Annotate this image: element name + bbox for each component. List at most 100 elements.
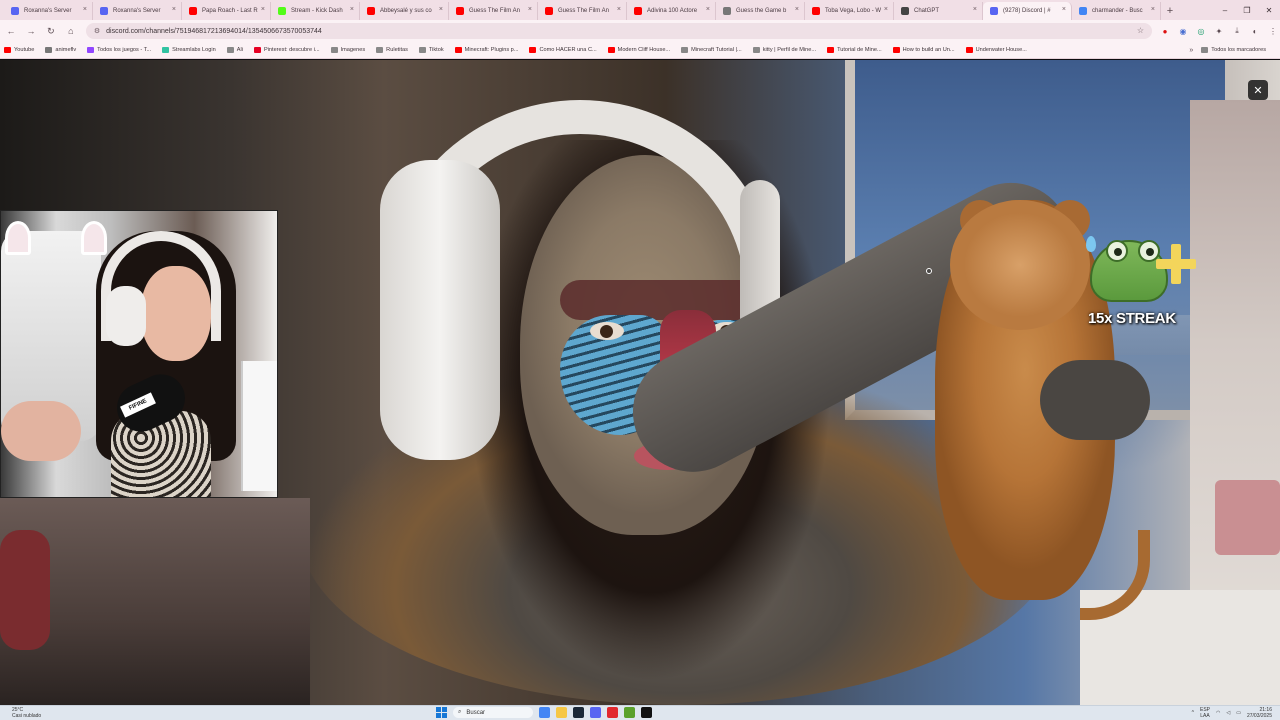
menu-kebab-icon[interactable]: ⋮ — [1266, 24, 1280, 38]
browser-tab[interactable]: Guess the Game b × — [716, 2, 805, 20]
bookmark-favicon-icon — [4, 47, 11, 53]
tab-close-icon[interactable]: × — [439, 6, 443, 13]
chrome-icon[interactable] — [539, 707, 550, 718]
tab-close-icon[interactable]: × — [795, 6, 799, 13]
browser-tab[interactable]: Papa Roach - Last R × — [182, 2, 271, 20]
file-explorer-icon[interactable] — [556, 707, 567, 718]
browser-tab[interactable]: (9278) Discord | # × — [983, 2, 1072, 20]
home-button[interactable]: ⌂ — [62, 22, 80, 40]
tab-close-icon[interactable]: × — [617, 6, 621, 13]
taskbar-search[interactable]: ⌕ Buscar — [453, 707, 533, 718]
bookmark-item[interactable]: Como HACER una C... — [529, 47, 597, 53]
plus-icon — [1156, 244, 1196, 284]
tab-close-icon[interactable]: × — [1062, 6, 1066, 13]
profile-avatar-icon[interactable]: ◐ — [1248, 24, 1262, 38]
tab-close-icon[interactable]: × — [261, 6, 265, 13]
bookmark-item[interactable]: animeflv — [45, 47, 76, 53]
opera-icon[interactable] — [607, 707, 618, 718]
discord-icon[interactable] — [590, 707, 601, 718]
battery-icon[interactable]: ▭ — [1236, 710, 1241, 716]
bookmark-favicon-icon — [965, 47, 973, 53]
tab-label: Guess The Film An — [558, 8, 609, 14]
tab-label: Guess The Film An — [469, 8, 520, 14]
bookmark-item[interactable]: Pinterest: descubre i... — [253, 47, 320, 53]
browser-tab[interactable]: Stream - Kick Dash × — [271, 2, 360, 20]
tab-label: Roxanna's Server — [113, 8, 161, 14]
streak-badge: 15x STREAK — [1086, 236, 1196, 346]
bookmark-item[interactable]: Modern Cliff House... — [607, 47, 670, 53]
webcam-overlay: FIFINE — [0, 210, 278, 498]
volume-icon[interactable]: ◁ — [1226, 710, 1230, 716]
weather-widget[interactable]: 25°C Casi nublado — [12, 707, 41, 719]
language-bottom: LAA — [1200, 713, 1210, 719]
scene-red-object — [0, 530, 50, 650]
grammarly-extension-icon[interactable]: ◎ — [1194, 24, 1208, 38]
bookmark-item[interactable]: Minecraft: Plugins p... — [454, 47, 518, 53]
bookmark-star-icon[interactable]: ☆ — [1137, 26, 1144, 35]
wifi-icon[interactable]: ◠ — [1216, 710, 1220, 716]
steam-icon[interactable] — [573, 707, 584, 718]
browser-tab[interactable]: Roxanna's Server × — [4, 2, 93, 20]
tab-label: Abbeysalé y sus co — [380, 8, 432, 14]
adblock-extension-icon[interactable]: ● — [1158, 24, 1172, 38]
tab-close-icon[interactable]: × — [83, 6, 87, 13]
bookmark-item[interactable]: Minecraft Tutorial |... — [681, 47, 742, 53]
bookmarks-list: Youtube animeflv Todos los juegos - T... St… — [4, 47, 1038, 53]
browser-tab[interactable]: Guess The Film An × — [449, 2, 538, 20]
tab-close-icon[interactable]: × — [706, 6, 710, 13]
tab-label: Stream - Kick Dash — [291, 8, 343, 14]
browser-tab[interactable]: Adivina 100 Actore × — [627, 2, 716, 20]
browser-tab[interactable]: charmander - Busc × — [1072, 2, 1161, 20]
bookmark-item[interactable]: Tutorial de Mine... — [827, 47, 882, 53]
bookmark-item[interactable]: Ali — [226, 47, 243, 53]
audio-extension-icon[interactable]: ◉ — [1176, 24, 1190, 38]
bookmark-item[interactable]: Imagenes — [330, 47, 365, 53]
bookmark-item[interactable]: Streamlabs Login — [162, 47, 216, 53]
close-viewer-button[interactable]: ✕ — [1248, 80, 1268, 100]
bookmark-item[interactable]: Todos los juegos - T... — [87, 47, 151, 53]
minimize-button[interactable]: – — [1214, 0, 1236, 20]
bookmark-item[interactable]: Underwater House... — [965, 47, 1027, 53]
bookmark-favicon-icon — [162, 47, 170, 53]
clock[interactable]: 21:16 27/03/2025 — [1247, 707, 1272, 719]
bookmarks-overflow-button[interactable]: » — [1189, 47, 1193, 54]
tab-close-icon[interactable]: × — [350, 6, 354, 13]
tab-close-icon[interactable]: × — [528, 6, 532, 13]
windows-start-icon[interactable] — [436, 707, 447, 718]
all-bookmarks-button[interactable]: Todos los marcadores — [1201, 47, 1266, 53]
bookmark-favicon-icon — [45, 47, 53, 53]
reload-button[interactable]: ↻ — [42, 22, 60, 40]
back-button[interactable]: ← — [2, 22, 20, 40]
tab-close-icon[interactable]: × — [973, 6, 977, 13]
site-info-icon[interactable]: ⚙ — [94, 27, 100, 35]
new-tab-button[interactable]: + — [1161, 2, 1179, 20]
bookmark-item[interactable]: Tiktok — [418, 47, 444, 53]
maximize-button[interactable]: ❐ — [1236, 0, 1258, 20]
close-window-button[interactable]: ✕ — [1258, 0, 1280, 20]
forward-button[interactable]: → — [22, 22, 40, 40]
taskbar: 25°C Casi nublado ⌕ Buscar ^ ESP LAA ◠ ◁… — [0, 705, 1280, 720]
tab-close-icon[interactable]: × — [172, 6, 176, 13]
tray-overflow-icon[interactable]: ^ — [1192, 710, 1194, 716]
bookmark-label: Tiktok — [428, 47, 444, 53]
capcut-icon[interactable] — [641, 707, 652, 718]
browser-tab[interactable]: Abbeysalé y sus co × — [360, 2, 449, 20]
address-row: ← → ↻ ⌂ ⚙ discord.com/channels/751946817… — [0, 20, 1280, 42]
bookmark-item[interactable]: How to build an Un... — [892, 47, 955, 53]
browser-tab[interactable]: Roxanna's Server × — [93, 2, 182, 20]
browser-tab[interactable]: Guess The Film An × — [538, 2, 627, 20]
bookmark-item[interactable]: Youtube — [4, 47, 34, 53]
browser-tab[interactable]: ChatGPT × — [894, 2, 983, 20]
download-icon[interactable]: ⤓ — [1230, 24, 1244, 38]
puzzle-extensions-icon[interactable]: ✦ — [1212, 24, 1226, 38]
tab-close-icon[interactable]: × — [884, 6, 888, 13]
minecraft-icon[interactable] — [624, 707, 635, 718]
url-text: discord.com/channels/751946817213694014/… — [106, 27, 322, 35]
tab-close-icon[interactable]: × — [1151, 6, 1155, 13]
bookmark-item[interactable]: Ruletitas — [376, 47, 408, 53]
bookmark-item[interactable]: kitty | Perfil de Mine... — [752, 47, 816, 53]
address-bar[interactable]: ⚙ discord.com/channels/75194681721369401… — [85, 23, 1152, 39]
bookmark-favicon-icon — [454, 47, 462, 53]
language-indicator[interactable]: ESP LAA — [1200, 707, 1210, 719]
browser-tab[interactable]: Toba Vega, Lobo - W × — [805, 2, 894, 20]
